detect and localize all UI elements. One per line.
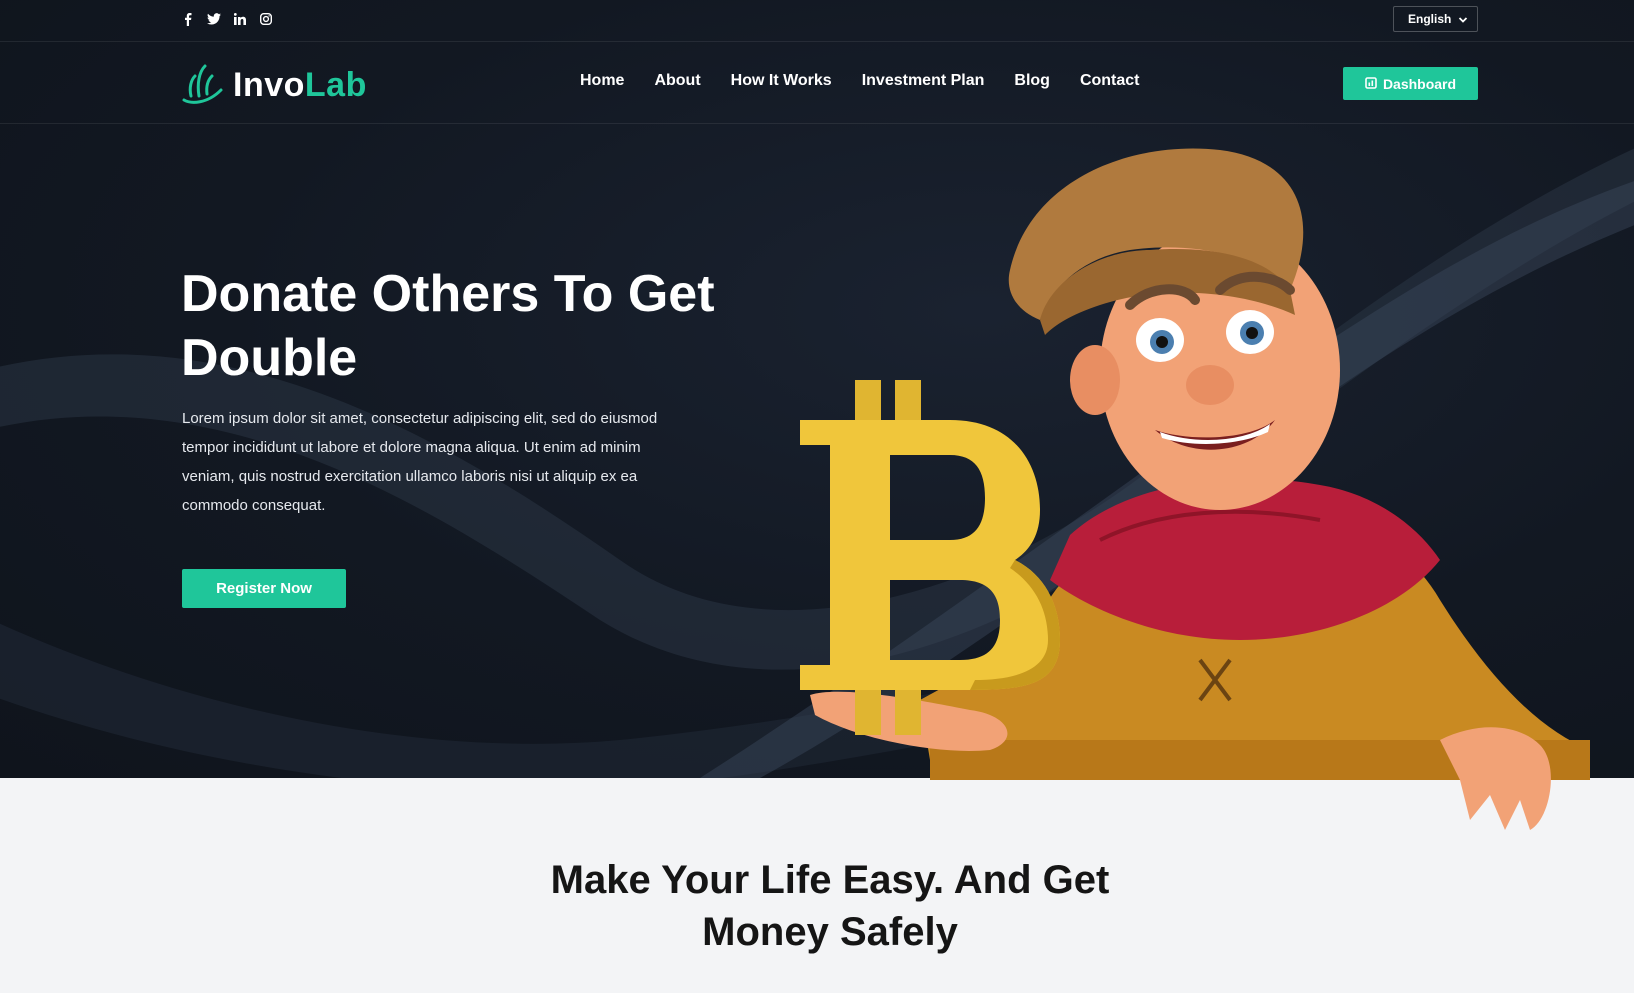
- instagram-icon[interactable]: [259, 12, 273, 26]
- nav-investment-plan[interactable]: Investment Plan: [862, 72, 985, 90]
- hero-title-line1: Donate Others To Get: [181, 265, 715, 323]
- brand-name: InvoLab: [233, 66, 367, 104]
- top-bar: English: [0, 0, 1634, 42]
- chevron-down-icon: [1458, 14, 1468, 28]
- social-links: [181, 12, 273, 26]
- bitcoin-symbol-icon: [800, 380, 1060, 735]
- language-label: English: [1408, 12, 1452, 26]
- dashboard-label: Dashboard: [1382, 75, 1457, 92]
- register-now-button[interactable]: Register Now: [182, 569, 346, 608]
- dashboard-icon: [1365, 76, 1377, 92]
- logo-mark-icon: [181, 60, 225, 111]
- hero-title: Donate Others To Get Double: [181, 262, 781, 390]
- facebook-icon[interactable]: [181, 12, 195, 26]
- language-select[interactable]: English: [1393, 6, 1478, 32]
- nav-how-it-works[interactable]: How It Works: [731, 72, 832, 90]
- hero-title-line2: Double: [181, 329, 358, 387]
- primary-nav: Home About How It Works Investment Plan …: [580, 72, 1140, 90]
- nav-home[interactable]: Home: [580, 72, 624, 90]
- dashboard-button[interactable]: Dashboard: [1343, 67, 1478, 100]
- nav-blog[interactable]: Blog: [1014, 72, 1050, 90]
- hero-description: Lorem ipsum dolor sit amet, consectetur …: [182, 410, 658, 514]
- logo[interactable]: InvoLab: [181, 60, 367, 111]
- nav-contact[interactable]: Contact: [1080, 72, 1140, 90]
- nav-about[interactable]: About: [654, 72, 700, 90]
- section-title-line2: Money Safely: [702, 910, 958, 954]
- twitter-icon[interactable]: [207, 12, 221, 26]
- linkedin-icon[interactable]: [233, 12, 247, 26]
- hero-character-illustration: [800, 148, 1590, 830]
- main-navbar: InvoLab Home About How It Works Investme…: [0, 42, 1634, 124]
